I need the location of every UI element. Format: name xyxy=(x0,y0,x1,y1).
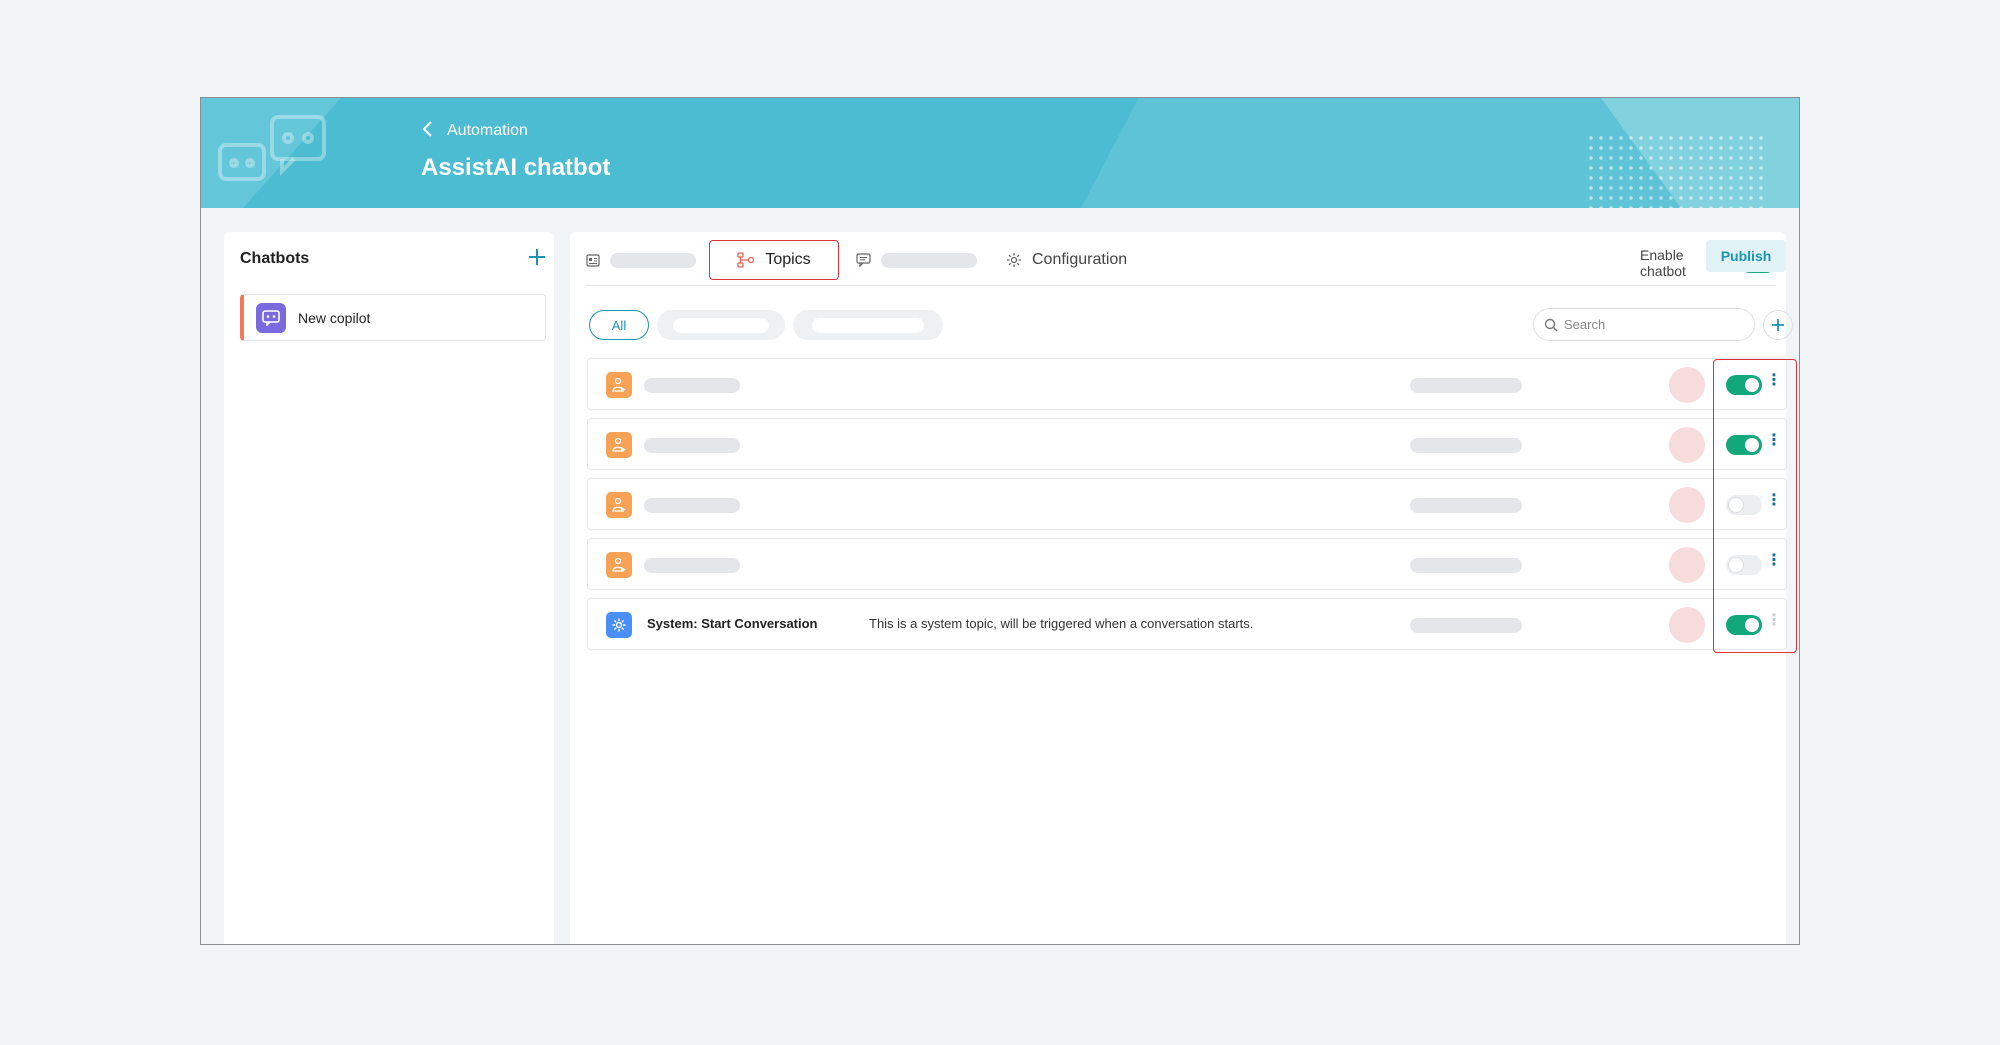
sidebar-item-new-copilot[interactable]: New copilot xyxy=(240,294,546,341)
avatar xyxy=(1669,607,1705,643)
filter-all[interactable]: All xyxy=(589,310,649,340)
overview-icon xyxy=(586,253,600,267)
filter-option[interactable] xyxy=(793,310,943,340)
chatbots-sidebar: Chatbots New copilot xyxy=(224,232,554,944)
app-window: Automation AssistAI chatbot Chatbots New… xyxy=(200,97,1800,945)
sidebar-item-label: New copilot xyxy=(298,309,371,326)
topics-flow-icon xyxy=(737,252,755,268)
plus-icon xyxy=(529,249,545,265)
topic-status-placeholder xyxy=(1410,618,1522,633)
page-header: Automation AssistAI chatbot xyxy=(201,98,1799,208)
tab-label-placeholder xyxy=(881,252,977,268)
more-options-icon[interactable]: ⋮ xyxy=(1766,553,1782,569)
dot-pattern xyxy=(1586,133,1766,208)
topic-row[interactable]: ⋮ xyxy=(587,358,1787,410)
topic-toggle[interactable] xyxy=(1726,555,1762,575)
custom-topic-icon xyxy=(606,432,632,458)
custom-topic-icon xyxy=(606,552,632,578)
filter-label-placeholder xyxy=(673,317,769,333)
publish-button[interactable]: Publish xyxy=(1706,240,1786,272)
topic-name-placeholder xyxy=(644,498,740,513)
filter-label-placeholder xyxy=(812,317,924,333)
tab-configuration-label: Configuration xyxy=(1032,251,1128,268)
topic-description: This is a system topic, will be triggere… xyxy=(869,616,1254,631)
avatar xyxy=(1669,487,1705,523)
custom-topic-icon xyxy=(606,492,632,518)
bot-icon xyxy=(256,302,286,333)
more-options-icon[interactable]: ⋮ xyxy=(1766,373,1782,389)
search-icon xyxy=(1544,318,1558,331)
filter-option[interactable] xyxy=(657,310,785,340)
topic-toggle[interactable] xyxy=(1726,615,1762,635)
topic-status-placeholder xyxy=(1410,558,1522,573)
sidebar-title: Chatbots xyxy=(240,250,310,267)
topic-name-placeholder xyxy=(644,438,740,453)
topic-row[interactable]: ⋮ xyxy=(587,538,1787,590)
more-options-icon[interactable]: ⋮ xyxy=(1766,493,1782,509)
more-options-icon[interactable]: ⋮ xyxy=(1766,433,1782,449)
avatar xyxy=(1669,427,1705,463)
tab-configuration[interactable]: Configuration xyxy=(1006,240,1127,280)
topic-row[interactable]: ⋮ xyxy=(587,418,1787,470)
main-panel: Topics Configuration Enable chatbot Publ… xyxy=(570,232,1793,944)
topics-list: ⋮ ⋮ ⋮ ⋮ System: Start Conversation This … xyxy=(587,358,1787,658)
tab-topics-label: Topics xyxy=(765,251,811,268)
tab-conversations[interactable] xyxy=(856,240,977,280)
tab-overview[interactable] xyxy=(586,240,696,280)
tab-bar: Topics Configuration Enable chatbot Publ… xyxy=(586,232,1786,286)
topic-name-placeholder xyxy=(644,378,740,393)
topic-status-placeholder xyxy=(1410,378,1522,393)
avatar xyxy=(1669,547,1705,583)
gear-icon xyxy=(1007,253,1021,267)
breadcrumb[interactable]: Automation xyxy=(421,120,528,142)
chatbot-illustration-icon xyxy=(218,115,326,181)
topic-toggle[interactable] xyxy=(1726,375,1762,395)
plus-icon xyxy=(1772,319,1784,331)
system-topic-icon xyxy=(606,612,632,638)
topic-status-placeholder xyxy=(1410,498,1522,513)
tab-topics[interactable]: Topics xyxy=(709,240,839,280)
custom-topic-icon xyxy=(606,372,632,398)
more-options-icon: ⋮ xyxy=(1766,612,1782,629)
page-title: AssistAI chatbot xyxy=(421,154,611,181)
chevron-left-icon[interactable] xyxy=(421,120,433,142)
chat-icon xyxy=(856,253,871,267)
add-topic-button[interactable] xyxy=(1763,310,1793,340)
topic-filters: All xyxy=(589,310,943,340)
tab-label-placeholder xyxy=(610,252,696,268)
topic-status-placeholder xyxy=(1410,438,1522,453)
topic-toggle[interactable] xyxy=(1726,495,1762,515)
topic-row-system[interactable]: System: Start Conversation This is a sys… xyxy=(587,598,1787,650)
search-box[interactable] xyxy=(1533,308,1755,341)
add-chatbot-button[interactable] xyxy=(528,244,546,270)
breadcrumb-link[interactable]: Automation xyxy=(447,122,528,140)
topic-name: System: Start Conversation xyxy=(647,616,818,631)
topic-row[interactable]: ⋮ xyxy=(587,478,1787,530)
topic-name-placeholder xyxy=(644,558,740,573)
topic-toggle[interactable] xyxy=(1726,435,1762,455)
search-input[interactable] xyxy=(1564,317,1734,332)
avatar xyxy=(1669,367,1705,403)
